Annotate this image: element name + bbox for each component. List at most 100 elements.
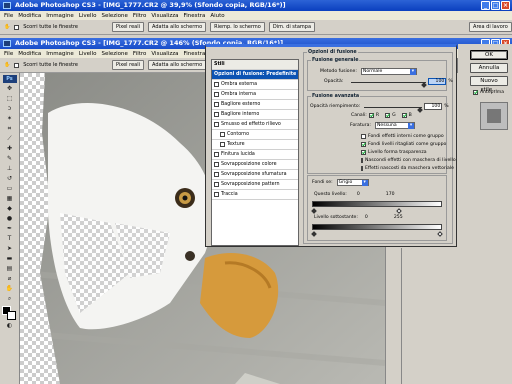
style-item-checkbox[interactable] (214, 152, 219, 157)
blend-if-select[interactable]: Grigio ▾ (336, 179, 369, 186)
menu-select[interactable]: Selezione (101, 51, 127, 57)
advanced-option[interactable]: Livello forma trasparenza (361, 148, 451, 156)
gradient-tool-icon[interactable]: ▦ (3, 195, 17, 203)
pixel-real-button[interactable]: Pixel reali (111, 60, 145, 70)
style-item-checkbox[interactable] (214, 102, 219, 107)
full-screen-button[interactable]: Riemp. lo schermo (210, 22, 265, 32)
menu-window[interactable]: Finestra (184, 51, 206, 57)
menu-edit[interactable]: Modifica (18, 13, 41, 19)
new-style-button[interactable]: Nuovo stile... (470, 76, 508, 93)
advanced-option-checkbox[interactable] (361, 149, 366, 155)
menu-file[interactable]: File (4, 13, 13, 19)
eyedropper-icon[interactable]: ⌀ (3, 275, 17, 283)
style-item[interactable]: Sovrapposizione pattern (212, 180, 298, 190)
style-item[interactable]: Ombra esterna (212, 80, 298, 90)
knockout-select[interactable]: Nessuna ▾ (374, 122, 415, 129)
blend-mode-select[interactable]: Normale ▾ (360, 68, 417, 75)
style-item-checkbox[interactable] (220, 132, 225, 137)
menu-filter[interactable]: Filtro (133, 51, 146, 57)
style-item[interactable]: Finitura lucida (212, 150, 298, 160)
menu-view[interactable]: Visualizza (151, 13, 178, 19)
history-brush-icon[interactable]: ↺ (3, 175, 17, 183)
advanced-option[interactable]: Effetti nascosti da maschera vettoriale (361, 164, 454, 172)
shape-tool-icon[interactable]: ▬ (3, 255, 17, 263)
style-item[interactable]: Texture (212, 140, 298, 150)
notes-tool-icon[interactable]: ▤ (3, 265, 17, 273)
style-item[interactable]: Smusso ed effetto rilievo (212, 120, 298, 130)
menu-select[interactable]: Selezione (101, 13, 127, 19)
print-dim-button[interactable]: Dim. di stampa (268, 22, 316, 32)
dodge-tool-icon[interactable]: ● (3, 215, 17, 223)
advanced-option[interactable]: Fondi effetti interni come gruppo (361, 132, 451, 140)
blur-tool-icon[interactable]: ◆ (3, 205, 17, 213)
style-item-checkbox[interactable] (214, 82, 219, 87)
style-item[interactable]: Traccia (212, 190, 298, 200)
preview-checkbox[interactable] (473, 90, 478, 95)
fit-screen-button[interactable]: Adatta allo schermo (148, 60, 207, 70)
magic-wand-icon[interactable]: ✶ (3, 115, 17, 123)
style-item[interactable]: Sovrapposizione sfumatura (212, 170, 298, 180)
fill-opacity-input[interactable]: 100 (424, 103, 443, 110)
menu-help[interactable]: Aiuto (210, 13, 224, 19)
fill-opacity-slider[interactable] (364, 104, 424, 113)
quick-mask-icon[interactable]: ◐ (3, 322, 17, 330)
advanced-option-checkbox[interactable] (361, 133, 366, 139)
menu-file[interactable]: File (4, 51, 13, 57)
style-item-checkbox[interactable] (214, 162, 219, 167)
style-item[interactable]: Sovrapposizione colore (212, 160, 298, 170)
pixel-real-button[interactable]: Pixel reali (111, 22, 145, 32)
opacity-slider[interactable] (351, 79, 428, 88)
channel-g-checkbox[interactable] (385, 113, 391, 118)
stamp-tool-icon[interactable]: ⊥ (3, 165, 17, 173)
style-item[interactable]: Ombra interna (212, 90, 298, 100)
style-item[interactable]: Bagliore esterno (212, 100, 298, 110)
background-color[interactable] (6, 311, 16, 320)
style-item-checkbox[interactable] (214, 112, 219, 117)
menu-edit[interactable]: Modifica (18, 51, 41, 57)
slice-tool-icon[interactable]: ⟋ (3, 135, 17, 143)
hand-tool-icon[interactable]: ✋ (4, 24, 10, 30)
advanced-option-checkbox[interactable] (361, 157, 363, 163)
style-item[interactable]: Bagliore interno (212, 110, 298, 120)
color-swatches[interactable] (1, 306, 18, 320)
advanced-option[interactable]: Nascondi effetti con maschera di livello (361, 156, 456, 164)
style-item-checkbox[interactable] (214, 192, 219, 197)
crop-tool-icon[interactable]: ⌗ (3, 125, 17, 133)
menu-window[interactable]: Finestra (184, 13, 206, 19)
style-item-checkbox[interactable] (214, 92, 219, 97)
scroll-all-checkbox[interactable] (14, 24, 20, 30)
style-item[interactable]: Opzioni di fusione: Predefinite (212, 70, 298, 80)
minimize-button[interactable]: _ (481, 1, 490, 10)
healing-brush-icon[interactable]: ✚ (3, 145, 17, 153)
menu-image[interactable]: Immagine (46, 13, 74, 19)
marquee-tool-icon[interactable]: ⬚ (3, 95, 17, 103)
menu-view[interactable]: Visualizza (151, 51, 178, 57)
advanced-option-checkbox[interactable] (361, 165, 363, 171)
close-button[interactable]: × (501, 1, 510, 10)
advanced-option[interactable]: Fondi livelli ritagliati come gruppo (361, 140, 451, 148)
workspace-button[interactable]: Area di lavoro (469, 22, 512, 32)
menu-filter[interactable]: Filtro (133, 13, 146, 19)
zoom-tool-icon[interactable]: ⌕ (3, 295, 17, 303)
lasso-tool-icon[interactable]: ↄ (3, 105, 17, 113)
opacity-input[interactable]: 100 (428, 78, 447, 85)
hand-tool-icon[interactable]: ✋ (3, 285, 17, 293)
advanced-option-checkbox[interactable] (361, 141, 366, 147)
pen-tool-icon[interactable]: ✒ (3, 225, 17, 233)
ok-button[interactable]: OK (470, 50, 508, 60)
eraser-tool-icon[interactable]: ▭ (3, 185, 17, 193)
style-item-checkbox[interactable] (214, 182, 219, 187)
hand-tool-icon[interactable]: ✋ (4, 62, 10, 68)
menu-layer[interactable]: Livello (79, 51, 97, 57)
style-item-checkbox[interactable] (220, 142, 225, 147)
scroll-all-checkbox[interactable] (14, 62, 20, 68)
type-tool-icon[interactable]: T (3, 235, 17, 243)
menu-layer[interactable]: Livello (79, 13, 97, 19)
fit-screen-button[interactable]: Adatta allo schermo (148, 22, 207, 32)
move-tool-icon[interactable]: ✥ (3, 85, 17, 93)
brush-tool-icon[interactable]: ✎ (3, 155, 17, 163)
style-item-checkbox[interactable] (214, 172, 219, 177)
cancel-button[interactable]: Annulla (470, 63, 508, 73)
style-item-checkbox[interactable] (214, 122, 219, 127)
style-item[interactable]: Contorno (212, 130, 298, 140)
